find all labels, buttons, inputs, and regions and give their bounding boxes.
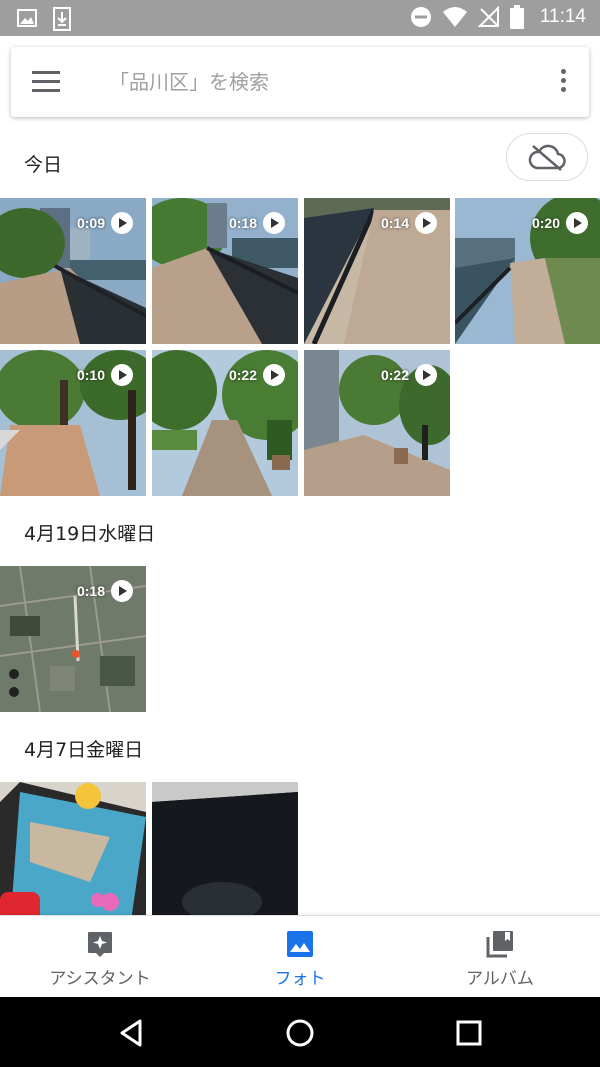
tab-assistant[interactable]: アシスタント [0,916,200,998]
video-duration: 0:18 [229,212,285,234]
video-thumbnail[interactable]: 0:20 [455,198,600,344]
dark-phone-photo-image [152,782,298,915]
section-title-today: 今日 [24,154,63,176]
play-icon [111,212,133,234]
duration-label: 0:18 [228,215,257,231]
tab-albums[interactable]: アルバム [400,916,600,998]
tab-label: アシスタント [49,969,151,989]
duration-label: 0:20 [531,215,560,231]
video-duration: 0:22 [381,364,437,386]
system-navigation-bar [0,997,600,1067]
video-duration: 0:18 [77,580,133,602]
search-input[interactable] [109,63,529,101]
video-duration: 0:09 [77,212,133,234]
duration-label: 0:22 [228,367,257,383]
photo-thumbnail[interactable] [152,782,298,915]
video-duration: 0:22 [229,364,285,386]
phone-screen-photo-image [0,782,146,915]
play-icon [415,212,437,234]
do-not-disturb-icon [410,7,431,27]
video-duration: 0:10 [77,364,133,386]
video-thumbnail[interactable]: 0:22 [152,350,298,496]
video-duration: 0:14 [381,212,437,234]
download-notification-icon [53,7,71,31]
play-icon [415,364,437,386]
video-duration: 0:20 [532,212,588,234]
cloud-off-icon [528,144,566,171]
video-thumbnail[interactable]: 0:14 [304,198,450,344]
section-title-april-7: 4月7日金曜日 [24,739,144,761]
assistant-icon [88,932,112,957]
duration-label: 0:18 [76,583,105,599]
play-icon [263,364,285,386]
video-thumbnail[interactable]: 0:22 [304,350,450,496]
home-icon[interactable] [284,1017,316,1049]
wifi-icon [442,7,467,27]
section-title-april-19: 4月19日水曜日 [24,523,156,545]
video-thumbnail[interactable]: 0:10 [0,350,146,496]
battery-icon [509,5,524,29]
play-icon [111,580,133,602]
duration-label: 0:09 [76,215,105,231]
albums-icon [486,931,513,958]
video-thumbnail[interactable]: 0:09 [0,198,146,344]
search-bar[interactable] [11,47,589,117]
video-thumbnail[interactable]: 0:18 [152,198,298,344]
video-thumbnail[interactable]: 0:18 [0,566,146,712]
duration-label: 0:14 [380,215,409,231]
clock: 11:14 [539,6,586,27]
play-icon [111,364,133,386]
tab-label: フォト [274,969,326,989]
google-photos-screen: 11:14 今日 0:09 [0,0,600,1067]
duration-label: 0:22 [380,367,409,383]
duration-label: 0:10 [76,367,105,383]
backup-status-button[interactable] [506,133,588,181]
photo-thumbnail[interactable] [0,782,146,915]
bottom-navigation: アシスタント フォト アルバム [0,915,600,997]
play-icon [263,212,285,234]
recents-icon[interactable] [453,1017,485,1049]
tab-photos[interactable]: フォト [200,916,400,998]
back-icon[interactable] [116,1017,148,1049]
no-signal-icon [477,6,499,27]
photos-icon [287,931,313,957]
hamburger-menu-icon[interactable] [32,71,60,93]
status-bar: 11:14 [0,0,600,36]
tab-label: アルバム [466,969,534,989]
image-notification-icon [17,9,37,27]
play-icon [566,212,588,234]
more-options-icon[interactable] [559,69,567,95]
